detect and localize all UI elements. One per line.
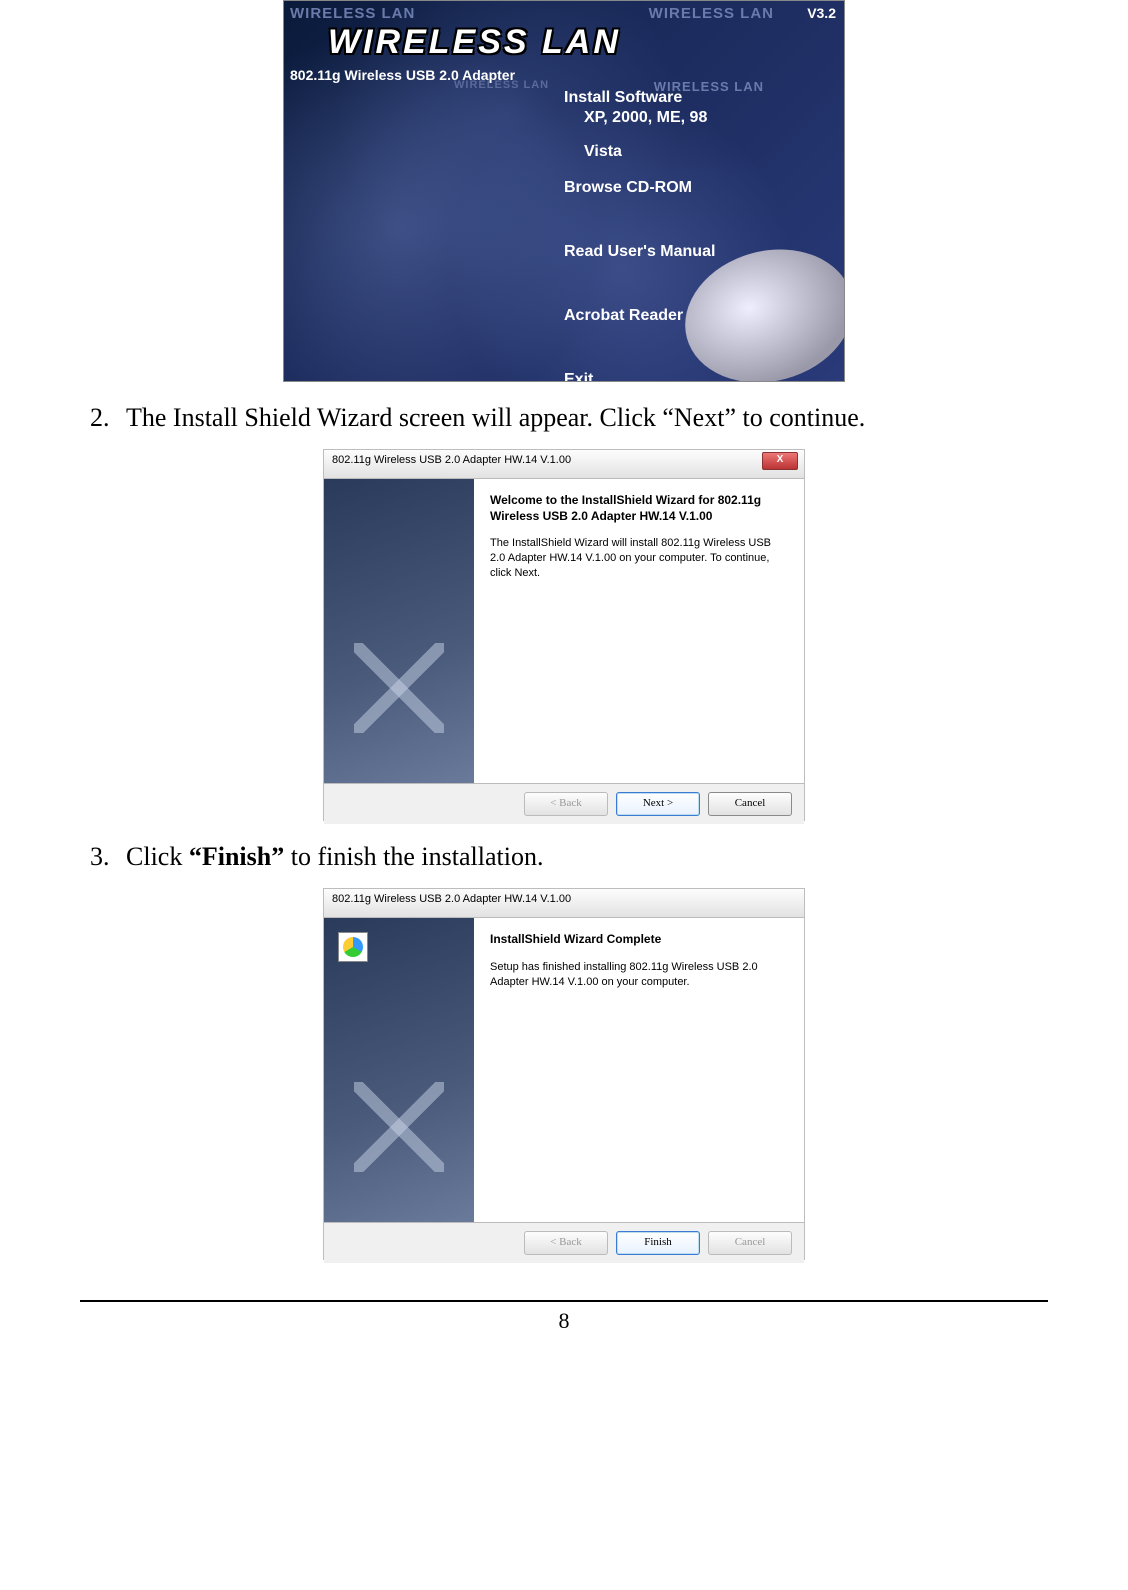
chevron-graphic bbox=[354, 1082, 444, 1172]
wizard-titlebar: 802.11g Wireless USB 2.0 Adapter HW.14 V… bbox=[324, 450, 804, 479]
page-number: 8 bbox=[0, 1308, 1128, 1334]
cancel-button[interactable]: Cancel bbox=[708, 792, 792, 816]
next-button[interactable]: Next > bbox=[616, 792, 700, 816]
close-icon[interactable]: X bbox=[762, 452, 798, 470]
step3-bold: “Finish” bbox=[189, 842, 284, 871]
satellite-dish-illustration bbox=[654, 221, 845, 382]
splash-subtitle: 802.11g Wireless USB 2.0 Adapter bbox=[290, 67, 515, 83]
page-rule bbox=[80, 1300, 1048, 1302]
version-label: V3.2 bbox=[807, 5, 836, 21]
splash-title: WIRELESS LAN bbox=[328, 23, 621, 62]
wizard-heading: InstallShield Wizard Complete bbox=[490, 932, 788, 948]
wizard-sidebar bbox=[324, 479, 474, 783]
menu-install-software[interactable]: Install Software bbox=[564, 89, 824, 107]
step3-pre: Click bbox=[126, 842, 189, 871]
back-button: < Back bbox=[524, 792, 608, 816]
wizard-sidebar bbox=[324, 918, 474, 1222]
installer-icon bbox=[338, 932, 368, 962]
back-button: < Back bbox=[524, 1231, 608, 1255]
step-text: Click “Finish” to finish the installatio… bbox=[126, 839, 1038, 874]
cancel-button: Cancel bbox=[708, 1231, 792, 1255]
wizard-title-text: 802.11g Wireless USB 2.0 Adapter HW.14 V… bbox=[332, 893, 571, 905]
installshield-complete-screenshot: 802.11g Wireless USB 2.0 Adapter HW.14 V… bbox=[323, 888, 805, 1260]
installshield-welcome-screenshot: 802.11g Wireless USB 2.0 Adapter HW.14 V… bbox=[323, 449, 805, 821]
wizard-content: InstallShield Wizard Complete Setup has … bbox=[474, 918, 804, 1222]
finish-button[interactable]: Finish bbox=[616, 1231, 700, 1255]
step-2-paragraph: 2. The Install Shield Wizard screen will… bbox=[90, 400, 1038, 435]
wizard-body-text: Setup has finished installing 802.11g Wi… bbox=[490, 960, 788, 990]
wizard-heading: Welcome to the InstallShield Wizard for … bbox=[490, 493, 788, 524]
wizard-footer: < Back Finish Cancel bbox=[324, 1222, 804, 1263]
ghost-text: WIRELESS LAN bbox=[649, 5, 774, 22]
step3-post: to finish the installation. bbox=[284, 842, 543, 871]
menu-browse-cdrom[interactable]: Browse CD-ROM bbox=[564, 179, 824, 197]
step-3-paragraph: 3. Click “Finish” to finish the installa… bbox=[90, 839, 1038, 874]
wizard-body-text: The InstallShield Wizard will install 80… bbox=[490, 536, 788, 581]
wizard-title-text: 802.11g Wireless USB 2.0 Adapter HW.14 V… bbox=[332, 454, 571, 466]
ghost-text: WIRELESS LAN bbox=[290, 5, 415, 22]
wizard-footer: < Back Next > Cancel bbox=[324, 783, 804, 824]
wizard-content: Welcome to the InstallShield Wizard for … bbox=[474, 479, 804, 783]
step-number: 2. bbox=[90, 400, 120, 435]
menu-install-os-line: XP, 2000, ME, 98 bbox=[584, 109, 824, 127]
chevron-graphic bbox=[354, 643, 444, 733]
wizard-titlebar: 802.11g Wireless USB 2.0 Adapter HW.14 V… bbox=[324, 889, 804, 918]
autorun-splash-screenshot: WIRELESS LAN WIRELESS LAN WIRELESS LAN W… bbox=[283, 0, 845, 382]
step-number: 3. bbox=[90, 839, 120, 874]
menu-install-vista: Vista bbox=[584, 143, 824, 161]
step-text: The Install Shield Wizard screen will ap… bbox=[126, 400, 1038, 435]
